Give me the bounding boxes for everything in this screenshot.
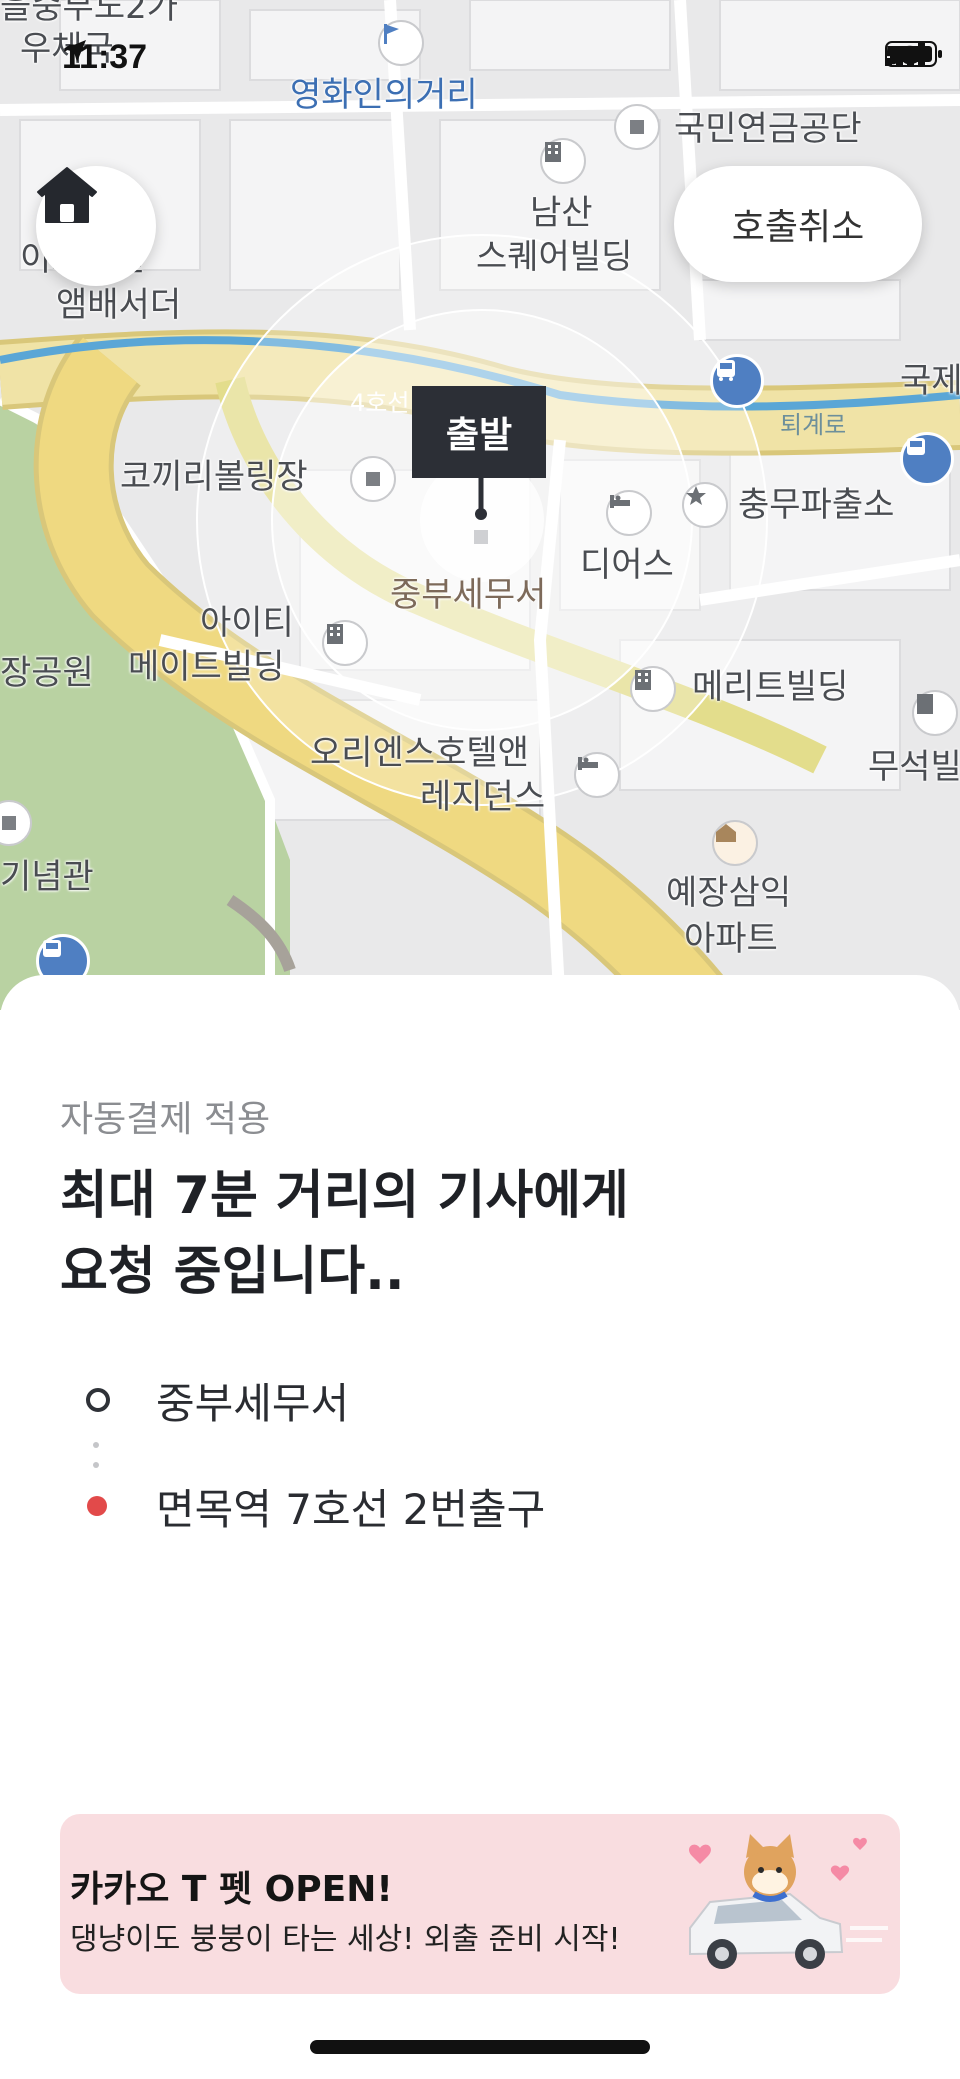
map-label: 무석빌 xyxy=(868,747,960,787)
route-separator xyxy=(93,1442,99,1448)
banner-title: 카카오 T 펫 OPEN! xyxy=(70,1869,393,1910)
poi-marker[interactable] xyxy=(614,104,660,150)
origin-dot-icon xyxy=(86,1388,110,1412)
map-label: 영화인의거리 xyxy=(290,75,478,115)
map-label: 중부세무서 xyxy=(390,575,547,615)
map-view[interactable]: 을중부노2가 우체국 영화인의거리 국민연금공단 남산 스퀘어빌딩 이스타일 앰… xyxy=(0,0,960,1010)
home-indicator[interactable] xyxy=(310,2040,650,2054)
status-time: 11:37 xyxy=(62,38,147,77)
map-label: 기념관 xyxy=(0,857,94,897)
police-icon[interactable] xyxy=(682,482,728,528)
map-label: 국제 xyxy=(900,361,960,401)
banner-description: 댕냥이도 붕붕이 타는 세상! 외출 준비 시작! xyxy=(70,1922,621,1957)
pet-car-illustration-icon xyxy=(689,1834,888,1969)
route-origin: 중부세무서 xyxy=(156,1378,350,1428)
apartment-icon[interactable] xyxy=(712,820,758,866)
hotel-icon[interactable] xyxy=(606,490,652,536)
location-arrow-icon xyxy=(64,40,86,62)
map-label: 국민연금공단 xyxy=(674,109,862,149)
map-label: 4호선 xyxy=(350,389,410,417)
departure-marker[interactable]: 출발 xyxy=(412,386,546,478)
map-label: 스퀘어빌딩 xyxy=(476,237,633,277)
route-origin-row[interactable]: 중부세무서 xyxy=(0,1370,960,1430)
building-icon[interactable] xyxy=(322,620,368,666)
request-status-headline: 최대 7분 거리의 기사에게 요청 중입니다.. xyxy=(60,1166,629,1302)
promo-banner[interactable]: 카카오 T 펫 OPEN! 댕냥이도 붕붕이 타는 세상! 외출 준비 시작! xyxy=(60,1814,900,1994)
home-icon xyxy=(37,167,97,223)
poi-marker[interactable] xyxy=(350,456,396,502)
hotel-icon[interactable] xyxy=(574,752,620,798)
bus-stop-icon[interactable] xyxy=(900,432,954,486)
building-icon[interactable] xyxy=(540,138,586,184)
map-label: 아파트 xyxy=(684,919,778,959)
destination-dot-icon xyxy=(87,1496,107,1516)
building-icon[interactable] xyxy=(912,690,958,736)
map-label: 오리엔스호텔앤 xyxy=(310,733,529,773)
route-separator xyxy=(93,1462,99,1468)
status-indicators: 5G xyxy=(885,40,943,71)
battery-icon xyxy=(885,41,943,67)
map-label: 아이티 xyxy=(200,603,294,643)
cancel-call-button[interactable]: 호출취소 xyxy=(674,166,922,282)
map-label: 메이트빌딩 xyxy=(128,647,285,687)
home-button[interactable] xyxy=(36,166,156,286)
map-label: 퇴계로 xyxy=(780,411,847,439)
map-label: 메리트빌딩 xyxy=(692,667,849,707)
route-destination: 면목역 7호선 2번출구 xyxy=(156,1484,546,1534)
bus-stop-icon[interactable] xyxy=(710,354,764,408)
map-label: 코끼리볼링장 xyxy=(120,457,308,497)
auto-payment-label: 자동결제 적용 xyxy=(60,1099,271,1140)
map-label: 을중부노2가 xyxy=(0,0,179,27)
map-label: 레지던스 xyxy=(420,777,546,817)
map-label: 예장삼익 xyxy=(666,873,792,913)
map-label: 디어스 xyxy=(580,545,674,585)
flag-icon[interactable] xyxy=(378,20,424,66)
map-label: 충무파출소 xyxy=(738,485,895,525)
map-label: 남산 xyxy=(530,193,593,233)
route-destination-row[interactable]: 면목역 7호선 2번출구 xyxy=(0,1476,960,1536)
map-label: 앰배서더 xyxy=(56,285,182,325)
building-icon[interactable] xyxy=(630,666,676,712)
map-label: 장공원 xyxy=(0,653,94,693)
